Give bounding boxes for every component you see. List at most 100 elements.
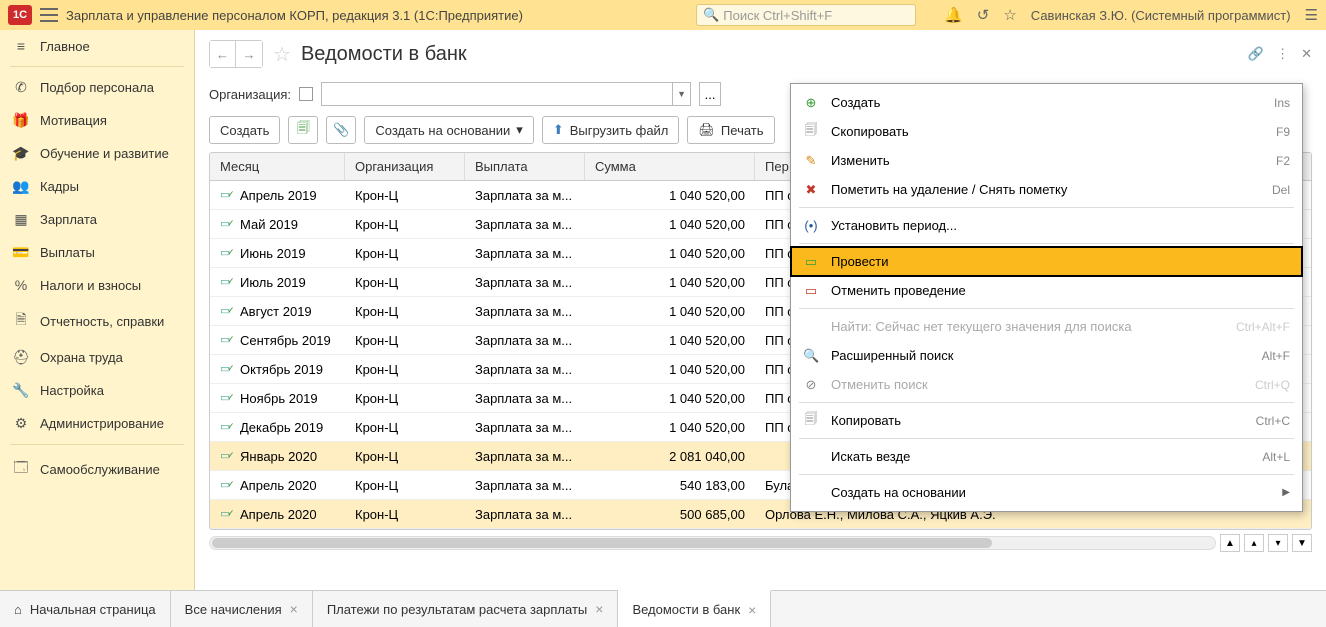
close-icon[interactable]: × [595,601,603,617]
menu-item[interactable]: (•)Установить период... [791,211,1302,240]
sidebar-item-learning[interactable]: 🎓Обучение и развитие [0,137,194,170]
link-icon[interactable]: 🔗 [1248,46,1264,62]
phone-icon: ✆ [12,79,30,96]
menu-icon[interactable] [40,8,58,22]
export-icon: ⬆ [553,122,564,138]
tab-accruals[interactable]: Все начисления× [171,591,313,627]
cell-org: Крон-Ц [345,300,465,323]
cell-month: Январь 2020 [210,445,345,468]
sidebar-item-salary[interactable]: ▦Зарплата [0,203,194,236]
copy-button[interactable]: 🗐 [288,116,318,144]
bell-icon[interactable]: 🔔 [944,6,963,24]
user-label[interactable]: Савинская З.Ю. (Системный программист) [1031,8,1291,23]
menu-item-shortcut: Ctrl+Alt+F [1236,320,1290,334]
tab-home[interactable]: ⌂Начальная страница [0,591,171,627]
cell-org: Крон-Ц [345,387,465,410]
sidebar-item-hr[interactable]: 👥Кадры [0,170,194,203]
copy-icon: 🗐 [297,119,310,141]
sidebar-item-selfservice[interactable]: 🗔Самообслуживание [0,449,194,489]
sidebar-item-safety[interactable]: ⛑Охрана труда [0,341,194,374]
cell-sum: 1 040 520,00 [585,184,755,207]
history-icon[interactable]: ↺ [977,6,990,24]
menu-item[interactable]: ▭Отменить проведение [791,276,1302,305]
cell-payment: Зарплата за м... [465,242,585,265]
sidebar-item-payments[interactable]: 💳Выплаты [0,236,194,269]
document-icon [220,246,234,258]
cell-payment: Зарплата за м... [465,358,585,381]
more-icon[interactable]: ⋮ [1276,46,1289,62]
menu-item[interactable]: 🗐КопироватьCtrl+C [791,406,1302,435]
titlebar-actions: 🔔 ↺ ☆ Савинская З.Ю. (Системный программ… [944,6,1318,24]
tab-payments[interactable]: Платежи по результатам расчета зарплаты× [313,591,619,627]
page-title: Ведомости в банк [301,43,467,66]
th-sum[interactable]: Сумма [585,153,755,180]
menu-item[interactable]: 🗐СкопироватьF9 [791,117,1302,146]
org-input[interactable] [322,83,672,105]
filter-checkbox[interactable] [299,87,313,101]
sidebar-item-settings[interactable]: 🔧Настройка [0,374,194,407]
th-org[interactable]: Организация [345,153,465,180]
scroll-bottom-button[interactable]: ▼ [1292,534,1312,552]
scrollbar-thumb[interactable] [212,538,992,548]
search-placeholder: Поиск Ctrl+Shift+F [723,8,832,23]
scroll-down-button[interactable]: ▾ [1268,534,1288,552]
settings-bars-icon[interactable]: ☰ [1305,6,1318,24]
sidebar-item-label: Настройка [40,383,104,398]
create-button[interactable]: Создать [209,116,280,144]
sidebar-item-taxes[interactable]: %Налоги и взносы [0,269,194,301]
menu-item-icon: 🗐 [803,121,819,143]
create-based-button[interactable]: Создать на основании▾ [364,116,533,144]
menu-item[interactable]: 🔍Расширенный поискAlt+F [791,341,1302,370]
menu-item-shortcut: Ctrl+Q [1255,378,1290,392]
menu-item[interactable]: ✖Пометить на удаление / Снять пометкуDel [791,175,1302,204]
star-icon[interactable]: ☆ [1003,6,1016,24]
document-icon [220,217,234,229]
menu-item-shortcut: Alt+F [1262,349,1290,363]
menu-item[interactable]: ✎ИзменитьF2 [791,146,1302,175]
sidebar-item-motivation[interactable]: 🎁Мотивация [0,104,194,137]
menu-item[interactable]: Искать вездеAlt+L [791,442,1302,471]
graduation-icon: 🎓 [12,145,30,162]
select-dialog-button[interactable]: ... [699,82,721,106]
wallet-icon: 💳 [12,244,30,261]
favorite-icon[interactable]: ☆ [273,42,291,67]
menu-divider [799,438,1294,439]
divider [10,66,184,67]
menu-item[interactable]: ⊕СоздатьIns [791,88,1302,117]
cell-sum: 1 040 520,00 [585,271,755,294]
cell-org: Крон-Ц [345,213,465,236]
scroll-top-button[interactable]: ▲ [1220,534,1240,552]
tab-bank-statements[interactable]: Ведомости в банк× [618,590,771,627]
sidebar-item-admin[interactable]: ⚙Администрирование [0,407,194,440]
cell-sum: 2 081 040,00 [585,445,755,468]
menu-item[interactable]: ▭Провести [791,247,1302,276]
filter-label: Организация: [209,87,291,102]
menu-item-label: Расширенный поиск [831,348,1250,363]
logo-1c: 1C [8,5,32,25]
menu-item-icon: ⊘ [803,377,819,393]
scroll-up-button[interactable]: ▴ [1244,534,1264,552]
th-payment[interactable]: Выплата [465,153,585,180]
close-icon[interactable]: × [290,601,298,617]
nav-back-button[interactable]: ← [210,41,236,67]
cell-payment: Зарплата за м... [465,184,585,207]
org-select[interactable]: ▼ [321,82,691,106]
sidebar-item-recruit[interactable]: ✆Подбор персонала [0,71,194,104]
attach-button[interactable]: 📎 [326,116,356,144]
cell-org: Крон-Ц [345,242,465,265]
horizontal-scrollbar[interactable] [209,536,1216,550]
sidebar-item-main[interactable]: ≡Главное [0,30,194,62]
th-month[interactable]: Месяц [210,153,345,180]
dropdown-icon[interactable]: ▼ [672,83,690,105]
print-button[interactable]: 🖨Печать [687,116,774,144]
menu-item[interactable]: Создать на основании▶ [791,478,1302,507]
close-icon[interactable]: ✕ [1301,46,1312,62]
nav-forward-button[interactable]: → [236,41,262,67]
export-button[interactable]: ⬆Выгрузить файл [542,116,680,144]
cell-org: Крон-Ц [345,271,465,294]
sidebar-item-reports[interactable]: 🗎Отчетность, справки [0,301,194,341]
divider [10,444,184,445]
cell-payment: Зарплата за м... [465,387,585,410]
search-input[interactable]: 🔍 Поиск Ctrl+Shift+F [696,4,916,26]
close-icon[interactable]: × [748,602,756,618]
